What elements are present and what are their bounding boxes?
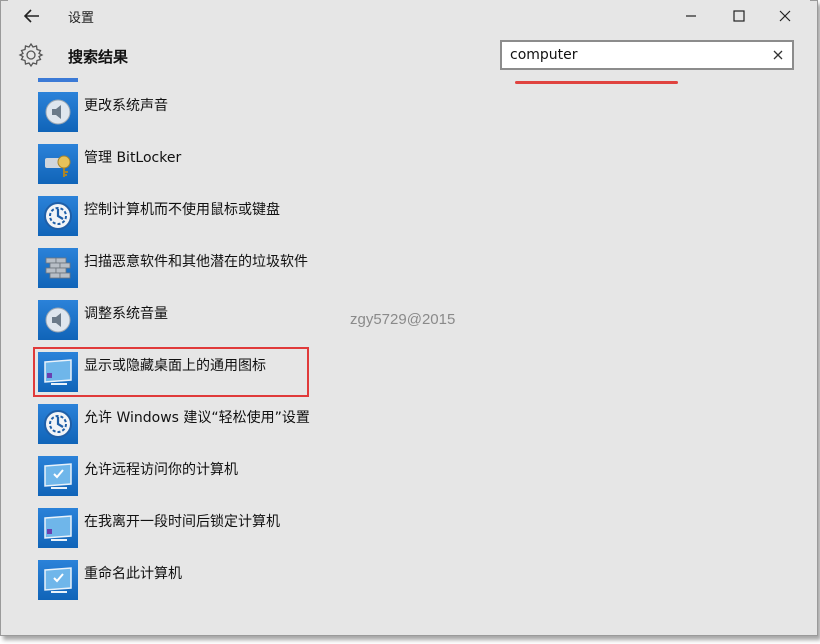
result-item-scan-malware[interactable]: 扫描恶意软件和其他潜在的垃圾软件: [38, 244, 638, 296]
result-label: 重命名此计算机: [84, 566, 182, 582]
result-label: 控制计算机而不使用鼠标或键盘: [84, 202, 280, 218]
list-top-edge: [38, 78, 78, 82]
result-item-windows-suggest[interactable]: 允许 Windows 建议“轻松使用”设置: [38, 400, 638, 452]
search-results-list: 更改系统声音 管理 BitLocker 控制计算机而不使用鼠标或键盘 扫描恶意软…: [38, 88, 638, 608]
speaker-icon: [38, 300, 78, 340]
result-label: 更改系统声音: [84, 98, 168, 114]
annotation-underline: [515, 81, 678, 84]
title-bar: 设置: [8, 0, 810, 32]
speaker-icon: [38, 92, 78, 132]
result-item-change-system-sound[interactable]: 更改系统声音: [38, 88, 638, 140]
monitor-check-icon: [38, 456, 78, 496]
settings-window: 设置 搜索结果 computer 更改系统声音 管理 BitLocker 控制计…: [8, 0, 810, 628]
result-item-control-without-mouse[interactable]: 控制计算机而不使用鼠标或键盘: [38, 192, 638, 244]
result-label: 管理 BitLocker: [84, 150, 182, 166]
result-item-rename-computer[interactable]: 重命名此计算机: [38, 556, 638, 608]
gear-icon: [18, 42, 44, 68]
search-input[interactable]: [502, 42, 762, 68]
ease-of-access-icon: [38, 404, 78, 444]
result-item-lock-computer[interactable]: 在我离开一段时间后锁定计算机: [38, 504, 638, 556]
bitlocker-key-icon: [38, 144, 78, 184]
window-title: 设置: [68, 11, 95, 26]
result-label: 允许 Windows 建议“轻松使用”设置: [84, 410, 310, 426]
monitor-icon: [38, 352, 78, 392]
page-title: 搜索结果: [68, 48, 129, 66]
monitor-icon: [38, 508, 78, 548]
arrow-left-icon: [24, 9, 39, 23]
maximize-button[interactable]: [724, 4, 754, 28]
close-icon: [773, 50, 783, 60]
minimize-button[interactable]: [676, 4, 706, 28]
result-label: 显示或隐藏桌面上的通用图标: [84, 358, 266, 374]
search-clear-button[interactable]: [770, 47, 786, 63]
result-item-adjust-volume[interactable]: 调整系统音量: [38, 296, 638, 348]
close-icon: [779, 10, 791, 22]
monitor-check-icon: [38, 560, 78, 600]
result-label: 扫描恶意软件和其他潜在的垃圾软件: [84, 254, 308, 270]
result-label: 在我离开一段时间后锁定计算机: [84, 514, 280, 530]
result-item-desktop-icons[interactable]: 显示或隐藏桌面上的通用图标: [38, 348, 638, 400]
result-item-remote-access[interactable]: 允许远程访问你的计算机: [38, 452, 638, 504]
ease-of-access-icon: [38, 196, 78, 236]
close-button[interactable]: [770, 4, 800, 28]
maximize-icon: [733, 10, 745, 22]
result-item-manage-bitlocker[interactable]: 管理 BitLocker: [38, 140, 638, 192]
search-box[interactable]: [500, 40, 794, 70]
result-label: 调整系统音量: [84, 306, 168, 322]
minimize-icon: [686, 15, 696, 17]
firewall-wall-icon: [38, 248, 78, 288]
result-label: 允许远程访问你的计算机: [84, 462, 238, 478]
watermark-text: zgy5729@2015: [350, 311, 456, 328]
back-button[interactable]: [18, 4, 46, 28]
